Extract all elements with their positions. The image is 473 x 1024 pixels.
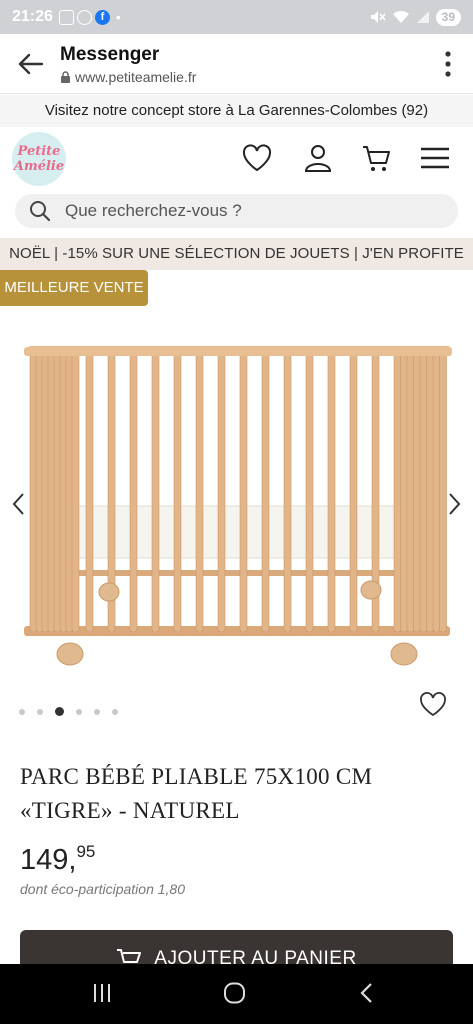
carousel-dot[interactable]: [94, 708, 100, 715]
search-input[interactable]: Que recherchez-vous ?: [65, 201, 242, 221]
playpen-bar: [283, 349, 292, 633]
carousel-dot[interactable]: [55, 707, 64, 716]
browser-title: Messenger: [60, 44, 160, 65]
carousel-prev-arrow-icon[interactable]: [10, 490, 26, 518]
back-arrow-icon[interactable]: [16, 52, 44, 76]
more-notifications-dot: •: [115, 9, 121, 25]
price-decimals: 95: [76, 842, 96, 861]
carousel-dot[interactable]: [19, 708, 25, 715]
whatsapp-icon: [76, 9, 92, 25]
carousel-dots: [19, 707, 118, 716]
carousel-dot[interactable]: [112, 708, 118, 715]
promo-banner-top[interactable]: Visitez notre concept store à La Garenne…: [0, 95, 473, 127]
playpen-bar: [432, 349, 441, 633]
playpen-bar: [400, 349, 408, 633]
site-logo[interactable]: Petite Amélie: [12, 132, 66, 186]
home-icon[interactable]: [223, 982, 247, 1004]
playpen-bar: [426, 349, 434, 633]
playpen-bar: [85, 349, 94, 633]
mute-icon: [370, 11, 386, 23]
user-icon[interactable]: [302, 142, 334, 174]
carousel-dot[interactable]: [76, 708, 82, 715]
battery-indicator: 39: [435, 8, 461, 26]
site-header: Petite Amélie: [0, 128, 473, 192]
playpen-bar: [195, 349, 204, 633]
logo-line-2: Amélie: [13, 159, 65, 174]
playpen-bar: [406, 349, 415, 633]
search-icon: [30, 201, 51, 222]
playpen-bar: [173, 349, 182, 633]
menu-icon[interactable]: [419, 142, 451, 174]
playpen-bar: [439, 349, 447, 633]
price-integer: 149,: [20, 844, 77, 876]
noel-promo-banner[interactable]: NOËL | -15% SUR UNE SÉLECTION DE JOUETS …: [0, 238, 473, 270]
recent-apps-icon[interactable]: [92, 982, 112, 1004]
signal-icon: [416, 11, 429, 23]
status-bar: 21:26 f • 39: [0, 0, 473, 34]
facebook-icon: f: [94, 9, 110, 25]
product-title: PARC BÉBÉ PLIABLE 75X100 CM «TIGRE» - NA…: [20, 764, 373, 823]
cart-icon[interactable]: [360, 142, 392, 174]
status-time: 21:26: [12, 8, 53, 25]
playpen-bar: [151, 349, 160, 633]
playpen-illustration: [24, 346, 452, 666]
screenshot-icon: [58, 9, 74, 25]
bestseller-badge: MEILLEURE VENTE: [0, 270, 148, 306]
system-navigation-bar: [0, 964, 473, 1024]
product-price: 149,95: [20, 842, 95, 877]
playpen-bar: [393, 349, 402, 633]
playpen-bar: [349, 349, 358, 633]
notification-icons: f: [58, 9, 110, 25]
lock-icon: [61, 71, 70, 83]
more-options-icon[interactable]: [445, 50, 451, 78]
playpen-bar: [305, 349, 314, 633]
search-bar[interactable]: Que recherchez-vous ?: [15, 194, 458, 228]
browser-url: www.petiteamelie.fr: [60, 69, 196, 85]
heart-icon[interactable]: [241, 142, 273, 174]
browser-header: Messenger www.petiteamelie.fr: [0, 34, 473, 94]
playpen-bar: [261, 349, 270, 633]
nav-back-icon[interactable]: [358, 982, 376, 1004]
favorite-heart-icon[interactable]: [418, 690, 448, 718]
playpen-bar: [327, 349, 336, 633]
playpen-bar: [129, 349, 138, 633]
url-text: www.petiteamelie.fr: [75, 69, 197, 85]
logo-line-1: Petite: [17, 144, 61, 159]
eco-participation: dont éco-participation 1,80: [20, 881, 185, 897]
carousel-next-arrow-icon[interactable]: [447, 490, 463, 518]
playpen-bar: [419, 349, 428, 633]
playpen-bar: [217, 349, 226, 633]
playpen-bar: [71, 349, 80, 633]
wifi-icon: [392, 10, 409, 23]
playpen-bar: [239, 349, 248, 633]
carousel-dot[interactable]: [37, 708, 43, 715]
playpen-bar: [413, 349, 421, 633]
product-image[interactable]: [0, 320, 473, 690]
